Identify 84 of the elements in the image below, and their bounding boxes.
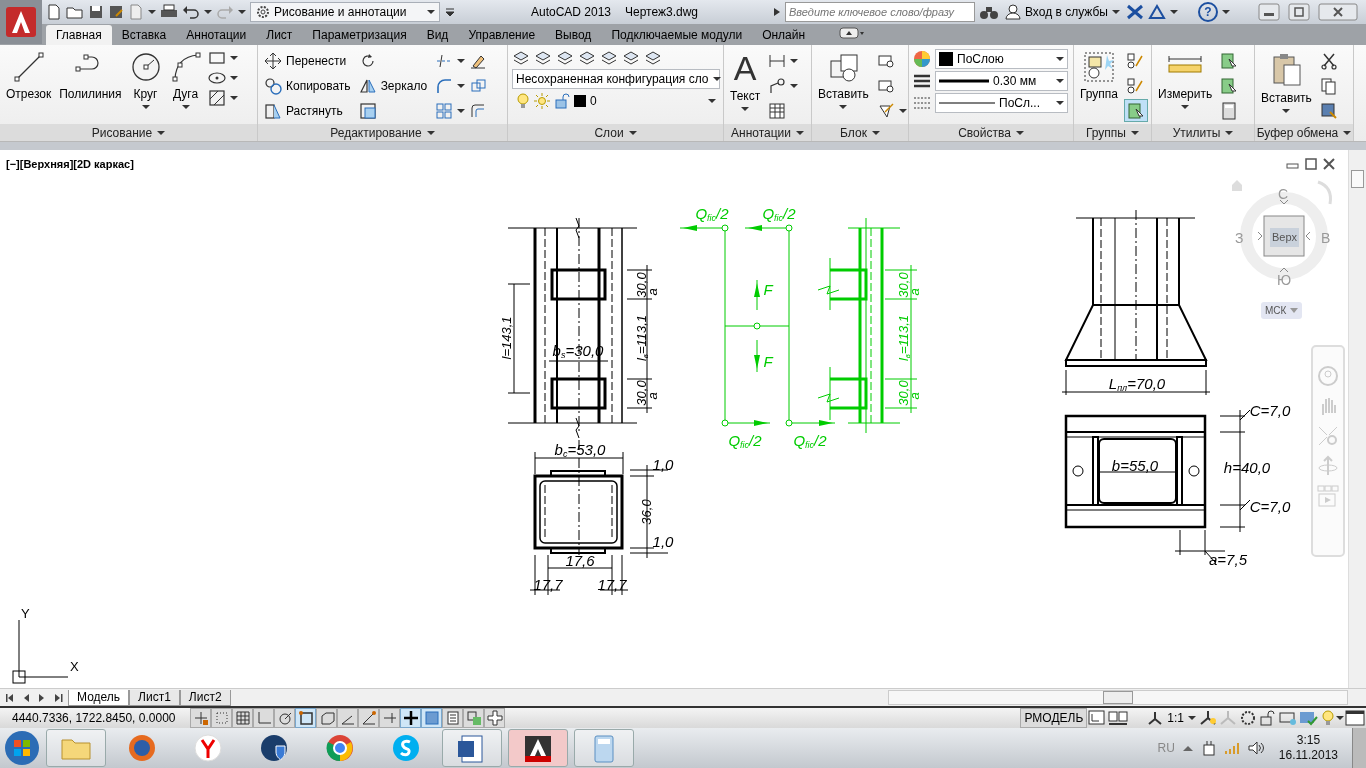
- force-label: Q$_{fic}$/2: [728, 432, 762, 448]
- ribbon-tab[interactable]: Аннотации: [176, 25, 257, 45]
- group-button[interactable]: Группа: [1078, 49, 1121, 105]
- insert-block-button[interactable]: Вставить: [816, 49, 871, 111]
- dimension-label: 17,6: [565, 552, 595, 568]
- axis-label: Y: [21, 605, 30, 623]
- dimension-label: 30,0: [896, 272, 910, 298]
- layout-tab[interactable]: Лист1: [129, 689, 180, 706]
- dimension-label: 1,0: [652, 533, 674, 549]
- copy-button[interactable]: Копировать: [262, 74, 353, 97]
- stretch-button[interactable]: Растянуть: [262, 99, 353, 122]
- circle-tool-button[interactable]: Круг: [127, 49, 164, 111]
- workspace-dropdown[interactable]: Рисование и аннотации: [250, 2, 440, 22]
- coordinates-readout: 4440.7336, 1722.8450, 0.0000: [11, 710, 177, 727]
- panel-title[interactable]: Рисование: [0, 124, 257, 141]
- panel-title[interactable]: Группы: [1074, 124, 1151, 141]
- panel-title[interactable]: Утилиты: [1152, 124, 1254, 141]
- ribbon-tab[interactable]: Управление: [458, 25, 546, 45]
- measure-button[interactable]: Измерить: [1156, 49, 1215, 111]
- ucs-menu-button[interactable]: МСК: [1261, 302, 1303, 319]
- search-field[interactable]: Введите ключевое слово/фразу: [785, 2, 975, 22]
- dimension-label: 36,0: [639, 499, 653, 525]
- ribbon-tab[interactable]: Параметризация: [302, 25, 417, 45]
- layer-dropdown[interactable]: 0: [512, 91, 720, 111]
- dimension-label: b$_{c}$=53,0: [554, 441, 606, 457]
- layer-state-dropdown[interactable]: Несохраненная конфигурация сло: [512, 69, 720, 89]
- panel-title[interactable]: Буфер обмена: [1255, 124, 1353, 141]
- dimension-label: C=7,0: [1249, 498, 1291, 514]
- force-label: Q$_{fic}$/2: [793, 432, 827, 448]
- dimension-label: 1,0: [652, 456, 674, 472]
- polyline-tool-button[interactable]: Полилиния: [57, 49, 124, 105]
- dimension-label: 30,0: [896, 380, 910, 406]
- dimension-label: b=55,0: [1111, 457, 1159, 473]
- mirror-button[interactable]: Зеркало: [356, 74, 430, 97]
- ribbon-tab[interactable]: Подключаемые модули: [601, 25, 753, 45]
- ribbon-tab[interactable]: Онлайн: [752, 25, 816, 45]
- line-tool-button[interactable]: Отрезок: [4, 49, 54, 105]
- dimension-label: a: [907, 392, 921, 400]
- view-cube-face[interactable]: Верх: [1270, 228, 1299, 247]
- help-button[interactable]: ?: [1198, 2, 1218, 22]
- sign-in-button[interactable]: Вход в службы: [1003, 0, 1122, 24]
- panel-title[interactable]: Аннотации: [724, 124, 811, 141]
- viewport-controls-label[interactable]: [−][Верхняя][2D каркас]: [6, 156, 134, 173]
- dimension-label: h=40,0: [1223, 459, 1271, 475]
- dimension-label: 30,0: [634, 272, 648, 298]
- arc-tool-button[interactable]: Дуга: [167, 49, 204, 111]
- paste-button[interactable]: Вставить: [1259, 49, 1314, 115]
- dimension-label: 30,0: [634, 380, 648, 406]
- ribbon-tab[interactable]: Главная: [46, 25, 112, 45]
- annotation-scale-button[interactable]: 1:1: [1145, 708, 1198, 728]
- panel-title[interactable]: Редактирование: [258, 124, 507, 141]
- clock-date[interactable]: 16.11.2013: [1278, 748, 1338, 763]
- dimension-label: a: [907, 288, 921, 296]
- panel-title[interactable]: Блок: [812, 124, 908, 141]
- panel-title[interactable]: Слои: [508, 124, 723, 141]
- ribbon-tab[interactable]: Лист: [256, 25, 303, 45]
- document-title: Чертеж3.dwg: [625, 4, 699, 21]
- dimension-label: l=143,1: [499, 316, 513, 360]
- linetype-dropdown[interactable]: ПоСл...: [935, 93, 1068, 113]
- color-dropdown[interactable]: ПоСлою: [935, 49, 1068, 69]
- dimension-label: a: [645, 392, 659, 400]
- dimension-label: a=7,5: [1209, 551, 1247, 567]
- app-title: AutoCAD 2013: [530, 4, 611, 21]
- force-label: F: [763, 281, 773, 297]
- dimension-label: 17,7: [533, 576, 563, 592]
- model-space-button[interactable]: РМОДЕЛЬ: [1020, 708, 1088, 728]
- force-label: F: [763, 353, 773, 369]
- axis-label: X: [70, 658, 79, 676]
- layout-tab[interactable]: Модель: [68, 689, 130, 706]
- dimension-label: 17,7: [597, 576, 627, 592]
- move-button[interactable]: Перенести: [262, 49, 353, 72]
- lineweight-dropdown[interactable]: 0.30 мм: [935, 71, 1068, 91]
- dimension-label: L$_{пл}$=70,0: [1108, 375, 1166, 391]
- ribbon-tab[interactable]: Вывод: [545, 25, 602, 45]
- force-label: Q$_{fic}$/2: [762, 205, 796, 221]
- ribbon-tab[interactable]: Вид: [416, 25, 459, 45]
- dimension-label: a: [645, 288, 659, 296]
- text-tool-button[interactable]: A Текст: [728, 49, 763, 113]
- panel-title[interactable]: Свойства: [909, 124, 1073, 141]
- dimension-label: C=7,0: [1249, 402, 1291, 418]
- clock-time[interactable]: 3:15: [1296, 733, 1321, 748]
- layout-tab[interactable]: Лист2: [179, 689, 231, 706]
- ribbon-tab[interactable]: Вставка: [111, 25, 177, 45]
- force-label: Q$_{fic}$/2: [695, 205, 729, 221]
